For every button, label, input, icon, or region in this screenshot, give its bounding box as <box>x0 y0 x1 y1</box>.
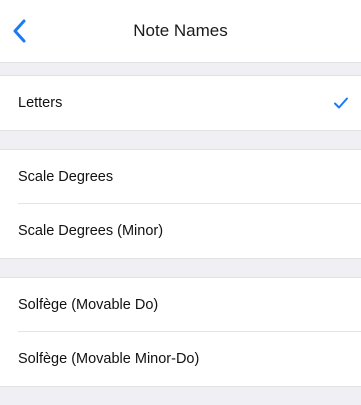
section-separator <box>0 130 361 150</box>
option-label: Letters <box>18 95 63 111</box>
section-separator <box>0 62 361 76</box>
option-letters[interactable]: Letters <box>0 76 361 130</box>
page-title: Note Names <box>133 21 228 40</box>
option-label: Scale Degrees <box>18 169 114 185</box>
section-separator <box>0 386 361 405</box>
option-solfege-movable-do[interactable]: Solfège (Movable Do) <box>0 278 361 332</box>
section-separator <box>0 258 361 278</box>
option-label: Scale Degrees (Minor) <box>18 223 164 239</box>
option-scale-degrees[interactable]: Scale Degrees <box>0 150 361 204</box>
option-label: Solfège (Movable Minor-Do) <box>18 351 200 367</box>
checkmark-icon <box>334 97 348 109</box>
option-solfege-movable-minor-do[interactable]: Solfège (Movable Minor-Do) <box>0 332 361 386</box>
note-names-screen: Note Names Letters Scale Degrees Scale D… <box>0 0 361 405</box>
option-scale-degrees-minor[interactable]: Scale Degrees (Minor) <box>0 204 361 258</box>
option-label: Solfège (Movable Do) <box>18 297 159 313</box>
navigation-bar: Note Names <box>0 0 361 62</box>
